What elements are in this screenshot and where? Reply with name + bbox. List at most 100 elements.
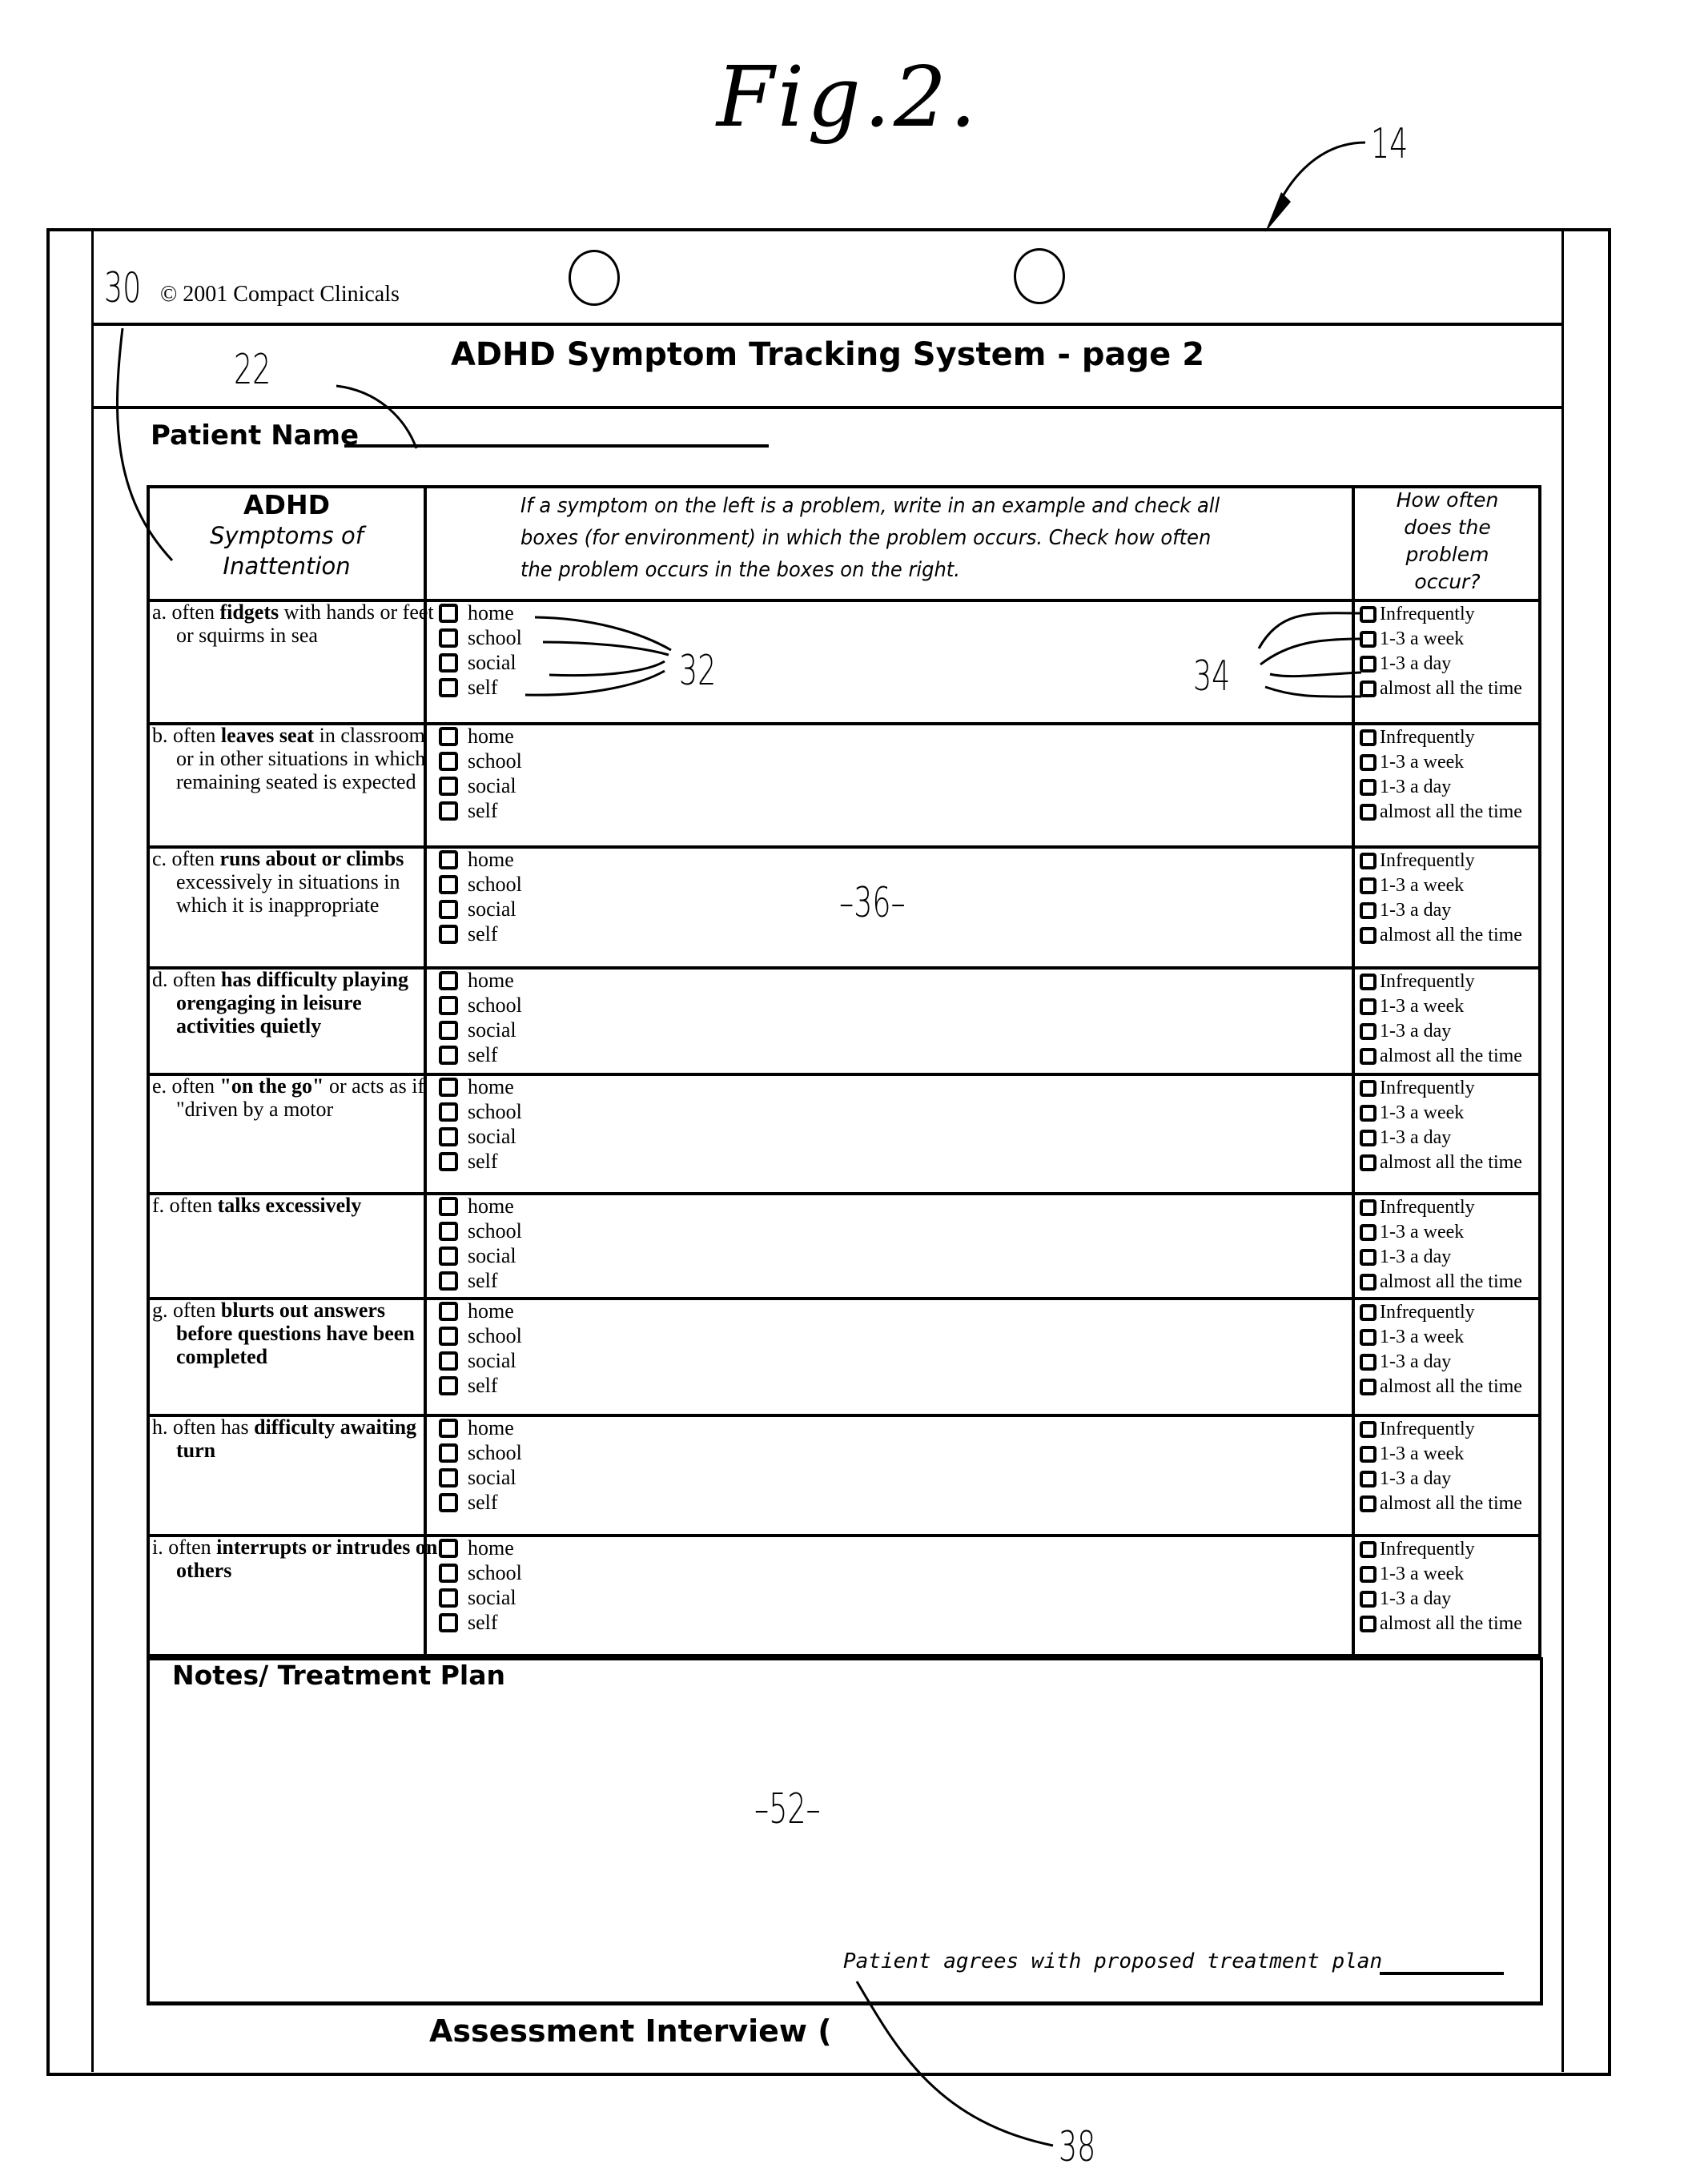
checkbox-icon[interactable]: [1360, 1274, 1376, 1291]
checkbox-icon[interactable]: [439, 1563, 458, 1583]
env-option-social[interactable]: social: [439, 1465, 522, 1490]
checkbox-icon[interactable]: [1360, 1616, 1376, 1632]
checkbox-icon[interactable]: [1360, 1023, 1376, 1040]
checkbox-icon[interactable]: [1360, 1048, 1376, 1065]
checkbox-icon[interactable]: [1360, 1249, 1376, 1266]
env-option-school[interactable]: school: [439, 1218, 522, 1243]
checkbox-icon[interactable]: [439, 970, 458, 990]
checkbox-icon[interactable]: [439, 603, 458, 623]
env-option-school[interactable]: school: [439, 872, 522, 897]
frequency-option[interactable]: almost all the time: [1360, 1375, 1540, 1399]
frequency-option[interactable]: almost all the time: [1360, 1150, 1540, 1175]
frequency-option[interactable]: 1-3 a week: [1360, 1442, 1540, 1467]
frequency-option[interactable]: almost all the time: [1360, 1491, 1540, 1516]
checkbox-icon[interactable]: [439, 1588, 458, 1608]
frequency-option[interactable]: 1-3 a week: [1360, 873, 1540, 898]
frequency-option[interactable]: Infrequently: [1360, 602, 1540, 627]
checkbox-icon[interactable]: [1360, 1329, 1376, 1346]
frequency-option[interactable]: almost all the time: [1360, 1270, 1540, 1295]
frequency-option[interactable]: 1-3 a week: [1360, 1220, 1540, 1245]
frequency-option[interactable]: 1-3 a week: [1360, 1562, 1540, 1587]
env-option-school[interactable]: school: [439, 1560, 522, 1585]
checkbox-icon[interactable]: [439, 751, 458, 771]
env-option-home[interactable]: home: [439, 724, 522, 749]
checkbox-icon[interactable]: [439, 1271, 458, 1291]
env-option-social[interactable]: social: [439, 897, 522, 921]
checkbox-icon[interactable]: [1360, 606, 1376, 623]
env-option-home[interactable]: home: [439, 847, 522, 872]
frequency-option[interactable]: 1-3 a week: [1360, 1101, 1540, 1126]
checkbox-icon[interactable]: [439, 1020, 458, 1040]
frequency-option[interactable]: Infrequently: [1360, 849, 1540, 873]
frequency-option[interactable]: almost all the time: [1360, 1044, 1540, 1069]
checkbox-icon[interactable]: [439, 1443, 458, 1463]
env-option-school[interactable]: school: [439, 993, 522, 1018]
env-option-school[interactable]: school: [439, 1099, 522, 1124]
checkbox-icon[interactable]: [1360, 1566, 1376, 1583]
checkbox-icon[interactable]: [439, 1351, 458, 1371]
env-option-social[interactable]: social: [439, 1124, 522, 1149]
checkbox-icon[interactable]: [1360, 1080, 1376, 1097]
checkbox-icon[interactable]: [439, 849, 458, 869]
frequency-option[interactable]: almost all the time: [1360, 800, 1540, 825]
env-option-self[interactable]: self: [439, 1610, 522, 1635]
checkbox-icon[interactable]: [1360, 1421, 1376, 1438]
checkbox-icon[interactable]: [439, 1196, 458, 1216]
checkbox-icon[interactable]: [1360, 656, 1376, 672]
checkbox-icon[interactable]: [1360, 877, 1376, 894]
frequency-option[interactable]: 1-3 a day: [1360, 1126, 1540, 1150]
env-option-social[interactable]: social: [439, 1348, 522, 1373]
checkbox-icon[interactable]: [1360, 779, 1376, 796]
frequency-option[interactable]: almost all the time: [1360, 923, 1540, 948]
env-option-home[interactable]: home: [439, 1415, 522, 1440]
env-option-social[interactable]: social: [439, 1018, 522, 1042]
checkbox-icon[interactable]: [1360, 927, 1376, 944]
env-option-social[interactable]: social: [439, 1585, 522, 1610]
checkbox-icon[interactable]: [439, 1077, 458, 1097]
checkbox-icon[interactable]: [1360, 1471, 1376, 1487]
checkbox-icon[interactable]: [439, 1467, 458, 1487]
frequency-option[interactable]: 1-3 a day: [1360, 1245, 1540, 1270]
checkbox-icon[interactable]: [1360, 974, 1376, 990]
env-option-self[interactable]: self: [439, 675, 522, 700]
frequency-option[interactable]: 1-3 a week: [1360, 994, 1540, 1019]
frequency-option[interactable]: 1-3 a day: [1360, 652, 1540, 676]
frequency-option[interactable]: Infrequently: [1360, 1076, 1540, 1101]
checkbox-icon[interactable]: [1360, 902, 1376, 919]
env-option-school[interactable]: school: [439, 1323, 522, 1348]
env-option-self[interactable]: self: [439, 1268, 522, 1293]
frequency-option[interactable]: 1-3 a day: [1360, 1467, 1540, 1491]
checkbox-icon[interactable]: [439, 1375, 458, 1395]
checkbox-icon[interactable]: [439, 801, 458, 821]
frequency-option[interactable]: Infrequently: [1360, 1195, 1540, 1220]
env-option-home[interactable]: home: [439, 600, 522, 625]
env-option-home[interactable]: home: [439, 968, 522, 993]
frequency-option[interactable]: 1-3 a day: [1360, 775, 1540, 800]
checkbox-icon[interactable]: [1360, 853, 1376, 869]
frequency-option[interactable]: almost all the time: [1360, 676, 1540, 701]
env-option-self[interactable]: self: [439, 798, 522, 823]
frequency-option[interactable]: Infrequently: [1360, 1537, 1540, 1562]
checkbox-icon[interactable]: [439, 1301, 458, 1321]
checkbox-icon[interactable]: [1360, 1446, 1376, 1463]
checkbox-icon[interactable]: [439, 995, 458, 1015]
env-option-home[interactable]: home: [439, 1299, 522, 1323]
checkbox-icon[interactable]: [1360, 1199, 1376, 1216]
checkbox-icon[interactable]: [1360, 1541, 1376, 1558]
frequency-option[interactable]: 1-3 a week: [1360, 1325, 1540, 1350]
frequency-option[interactable]: almost all the time: [1360, 1612, 1540, 1636]
env-option-school[interactable]: school: [439, 1440, 522, 1465]
checkbox-icon[interactable]: [439, 677, 458, 697]
checkbox-icon[interactable]: [1360, 804, 1376, 821]
checkbox-icon[interactable]: [1360, 1304, 1376, 1321]
frequency-option[interactable]: Infrequently: [1360, 970, 1540, 994]
checkbox-icon[interactable]: [439, 899, 458, 919]
checkbox-icon[interactable]: [1360, 754, 1376, 771]
checkbox-icon[interactable]: [439, 628, 458, 648]
checkbox-icon[interactable]: [439, 1612, 458, 1632]
checkbox-icon[interactable]: [439, 1102, 458, 1122]
env-option-social[interactable]: social: [439, 773, 522, 798]
env-option-self[interactable]: self: [439, 1149, 522, 1174]
agreement-initials-field[interactable]: [1380, 1972, 1504, 1975]
checkbox-icon[interactable]: [439, 924, 458, 944]
